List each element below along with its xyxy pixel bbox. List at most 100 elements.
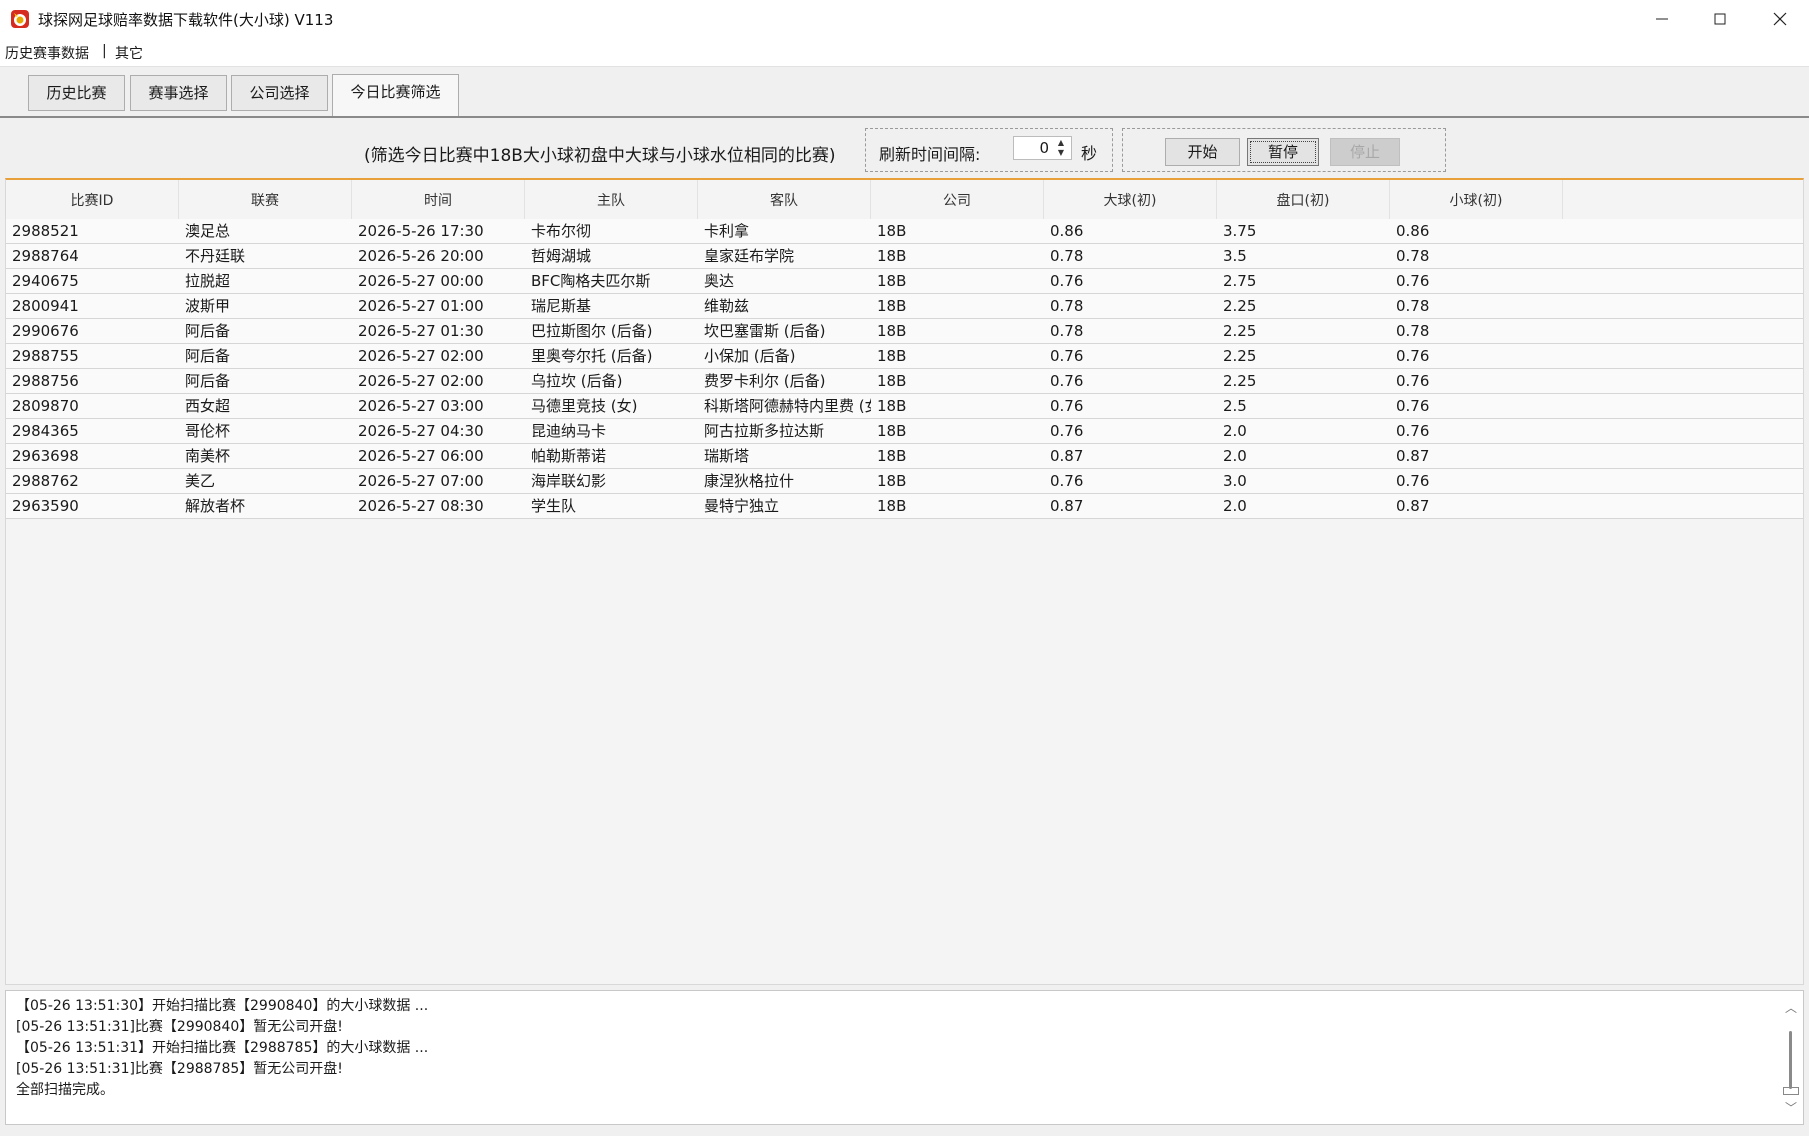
table-row[interactable]: 2800941 波斯甲 2026-5-27 01:00 瑞尼斯基 维勒兹 18B 0.78 2… [6,294,1803,319]
table-row[interactable]: 2963590 解放者杯 2026-5-27 08:30 学生队 曼特宁独立 18B 0.8… [6,494,1803,519]
col-time-cell: 2026-5-27 04:30 [358,422,484,440]
col-line-cell: 3.75 [1223,222,1257,240]
col-away-cell: 曼特宁独立 [704,497,780,515]
tab-history-matches[interactable]: 历史比赛 [28,75,125,111]
col-match-id-cell: 2988756 [12,372,79,390]
col-away-cell: 皇家廷布学院 [704,247,795,265]
menu-history-data[interactable]: 历史赛事数据 [5,43,89,63]
tab-strip: 历史比赛 赛事选择 公司选择 今日比赛筛选 [0,67,1809,117]
col-company-cell: 18B [877,222,907,240]
header-col-away[interactable]: 客队 [698,180,871,219]
header-col-home[interactable]: 主队 [525,180,698,219]
tab-league-select[interactable]: 赛事选择 [130,75,227,111]
scroll-thumb[interactable] [1789,1031,1792,1089]
log-line: 全部扫描完成。 [16,1082,114,1098]
col-over-cell: 0.78 [1050,247,1084,265]
col-company-cell: 18B [877,472,907,490]
table-row[interactable]: 2988521 澳足总 2026-5-26 17:30 卡布尔彻 卡利拿 18B 0.86 3… [6,219,1803,244]
col-league-cell: 澳足总 [185,222,231,240]
refresh-interval-value[interactable]: 0 [1039,139,1049,157]
col-line-cell: 2.75 [1223,272,1257,290]
header-col-over[interactable]: 大球(初) [1044,180,1217,219]
table-row[interactable]: 2988762 美乙 2026-5-27 07:00 海岸联幻影 康涅狄格拉什 18B 0.… [6,469,1803,494]
col-company-cell: 18B [877,347,907,365]
table-row[interactable]: 2988755 阿后备 2026-5-27 02:00 里奥夸尔托 (后备) 小保加 (… [6,344,1803,369]
table-row[interactable]: 2940675 拉脱超 2026-5-27 00:00 BFC陶格夫匹尔斯 奥达 18B 0… [6,269,1803,294]
col-time-cell: 2026-5-27 02:00 [358,372,484,390]
col-over-cell: 0.76 [1050,397,1084,415]
scroll-down-icon[interactable]: ﹀ [1785,1099,1797,1116]
col-away-cell: 康涅狄格拉什 [704,472,795,490]
header-col-match-id[interactable]: 比赛ID [6,180,179,219]
col-away-cell: 卡利拿 [704,222,750,240]
col-away-cell: 坎巴塞雷斯 (后备) [704,322,826,340]
col-league-cell: 哥伦杯 [185,422,231,440]
col-home-cell: 卡布尔彻 [531,222,592,240]
col-under-cell: 0.76 [1396,422,1430,440]
header-col-line[interactable]: 盘口(初) [1217,180,1390,219]
start-button[interactable]: 开始 [1165,138,1240,166]
refresh-interval-spinner[interactable]: 0 ▲ ▼ [1013,136,1072,160]
col-company-cell: 18B [877,247,907,265]
stop-button[interactable]: 停止 [1330,138,1400,166]
table-row[interactable]: 2984365 哥伦杯 2026-5-27 04:30 昆迪纳马卡 阿古拉斯多拉达斯 18… [6,419,1803,444]
maximize-icon [1714,13,1726,25]
col-time-cell: 2026-5-27 03:00 [358,397,484,415]
maximize-button[interactable] [1691,0,1749,37]
table-row[interactable]: 2988756 阿后备 2026-5-27 02:00 乌拉坎 (后备) 费罗卡利尔 (… [6,369,1803,394]
col-home-cell: 帕勒斯蒂诺 [531,447,607,465]
col-line-cell: 2.0 [1223,422,1247,440]
col-home-cell: 瑞尼斯基 [531,297,592,315]
minimize-button[interactable] [1633,0,1691,37]
col-away-cell: 小保加 (后备) [704,347,796,365]
header-col-under[interactable]: 小球(初) [1390,180,1563,219]
col-league-cell: 阿后备 [185,372,231,390]
tab-divider [0,116,1809,118]
scroll-grip-icon[interactable] [1783,1087,1799,1095]
col-time-cell: 2026-5-27 01:30 [358,322,484,340]
col-under-cell: 0.87 [1396,497,1430,515]
spin-up-icon[interactable]: ▲ [1053,138,1069,148]
col-away-cell: 科斯塔阿德赫特内里费 (女) [704,397,871,415]
tab-today-filter[interactable]: 今日比赛筛选 [332,74,459,117]
log-line: [05-26 13:51:31]比赛【2990840】暂无公司开盘! [16,1019,343,1035]
scroll-up-icon[interactable]: ︿ [1785,999,1797,1016]
col-home-cell: 巴拉斯图尔 (后备) [531,322,653,340]
col-away-cell: 瑞斯塔 [704,447,750,465]
tab-company-select[interactable]: 公司选择 [231,75,328,111]
col-under-cell: 0.76 [1396,272,1430,290]
refresh-interval-label: 刷新时间间隔: [879,145,981,164]
col-over-cell: 0.87 [1050,447,1084,465]
pause-button[interactable]: 暂停 [1247,138,1319,166]
col-line-cell: 2.25 [1223,322,1257,340]
col-under-cell: 0.78 [1396,322,1430,340]
table-row[interactable]: 2963698 南美杯 2026-5-27 06:00 帕勒斯蒂诺 瑞斯塔 18B 0.87… [6,444,1803,469]
col-over-cell: 0.76 [1050,422,1084,440]
table-row[interactable]: 2988764 不丹廷联 2026-5-26 20:00 哲姆湖城 皇家廷布学院 18B 0… [6,244,1803,269]
col-match-id-cell: 2963698 [12,447,79,465]
spin-down-icon[interactable]: ▼ [1053,148,1069,158]
log-panel[interactable]: 【05-26 13:51:30】开始扫描比赛【2990840】的大小球数据 ..… [5,990,1804,1125]
col-league-cell: 南美杯 [185,447,231,465]
log-scrollbar[interactable]: ︿ ﹀ [1781,991,1803,1124]
header-col-time[interactable]: 时间 [352,180,525,219]
col-match-id-cell: 2988764 [12,247,79,265]
menu-other[interactable]: 其它 [115,43,143,63]
close-button[interactable] [1751,0,1809,37]
col-match-id-cell: 2809870 [12,397,79,415]
col-over-cell: 0.76 [1050,347,1084,365]
col-line-cell: 3.0 [1223,472,1247,490]
header-col-company[interactable]: 公司 [871,180,1044,219]
col-league-cell: 阿后备 [185,347,231,365]
app-logo-icon [11,10,29,28]
col-under-cell: 0.76 [1396,472,1430,490]
col-home-cell: 马德里竞技 (女) [531,397,638,415]
col-over-cell: 0.76 [1050,272,1084,290]
col-line-cell: 2.0 [1223,447,1247,465]
col-home-cell: 学生队 [531,497,577,515]
table-row[interactable]: 2990676 阿后备 2026-5-27 01:30 巴拉斯图尔 (后备) 坎巴塞雷斯… [6,319,1803,344]
table-row[interactable]: 2809870 西女超 2026-5-27 03:00 马德里竞技 (女) 科斯塔阿德赫… [6,394,1803,419]
header-col-league[interactable]: 联赛 [179,180,352,219]
col-home-cell: 哲姆湖城 [531,247,592,265]
col-league-cell: 波斯甲 [185,297,231,315]
